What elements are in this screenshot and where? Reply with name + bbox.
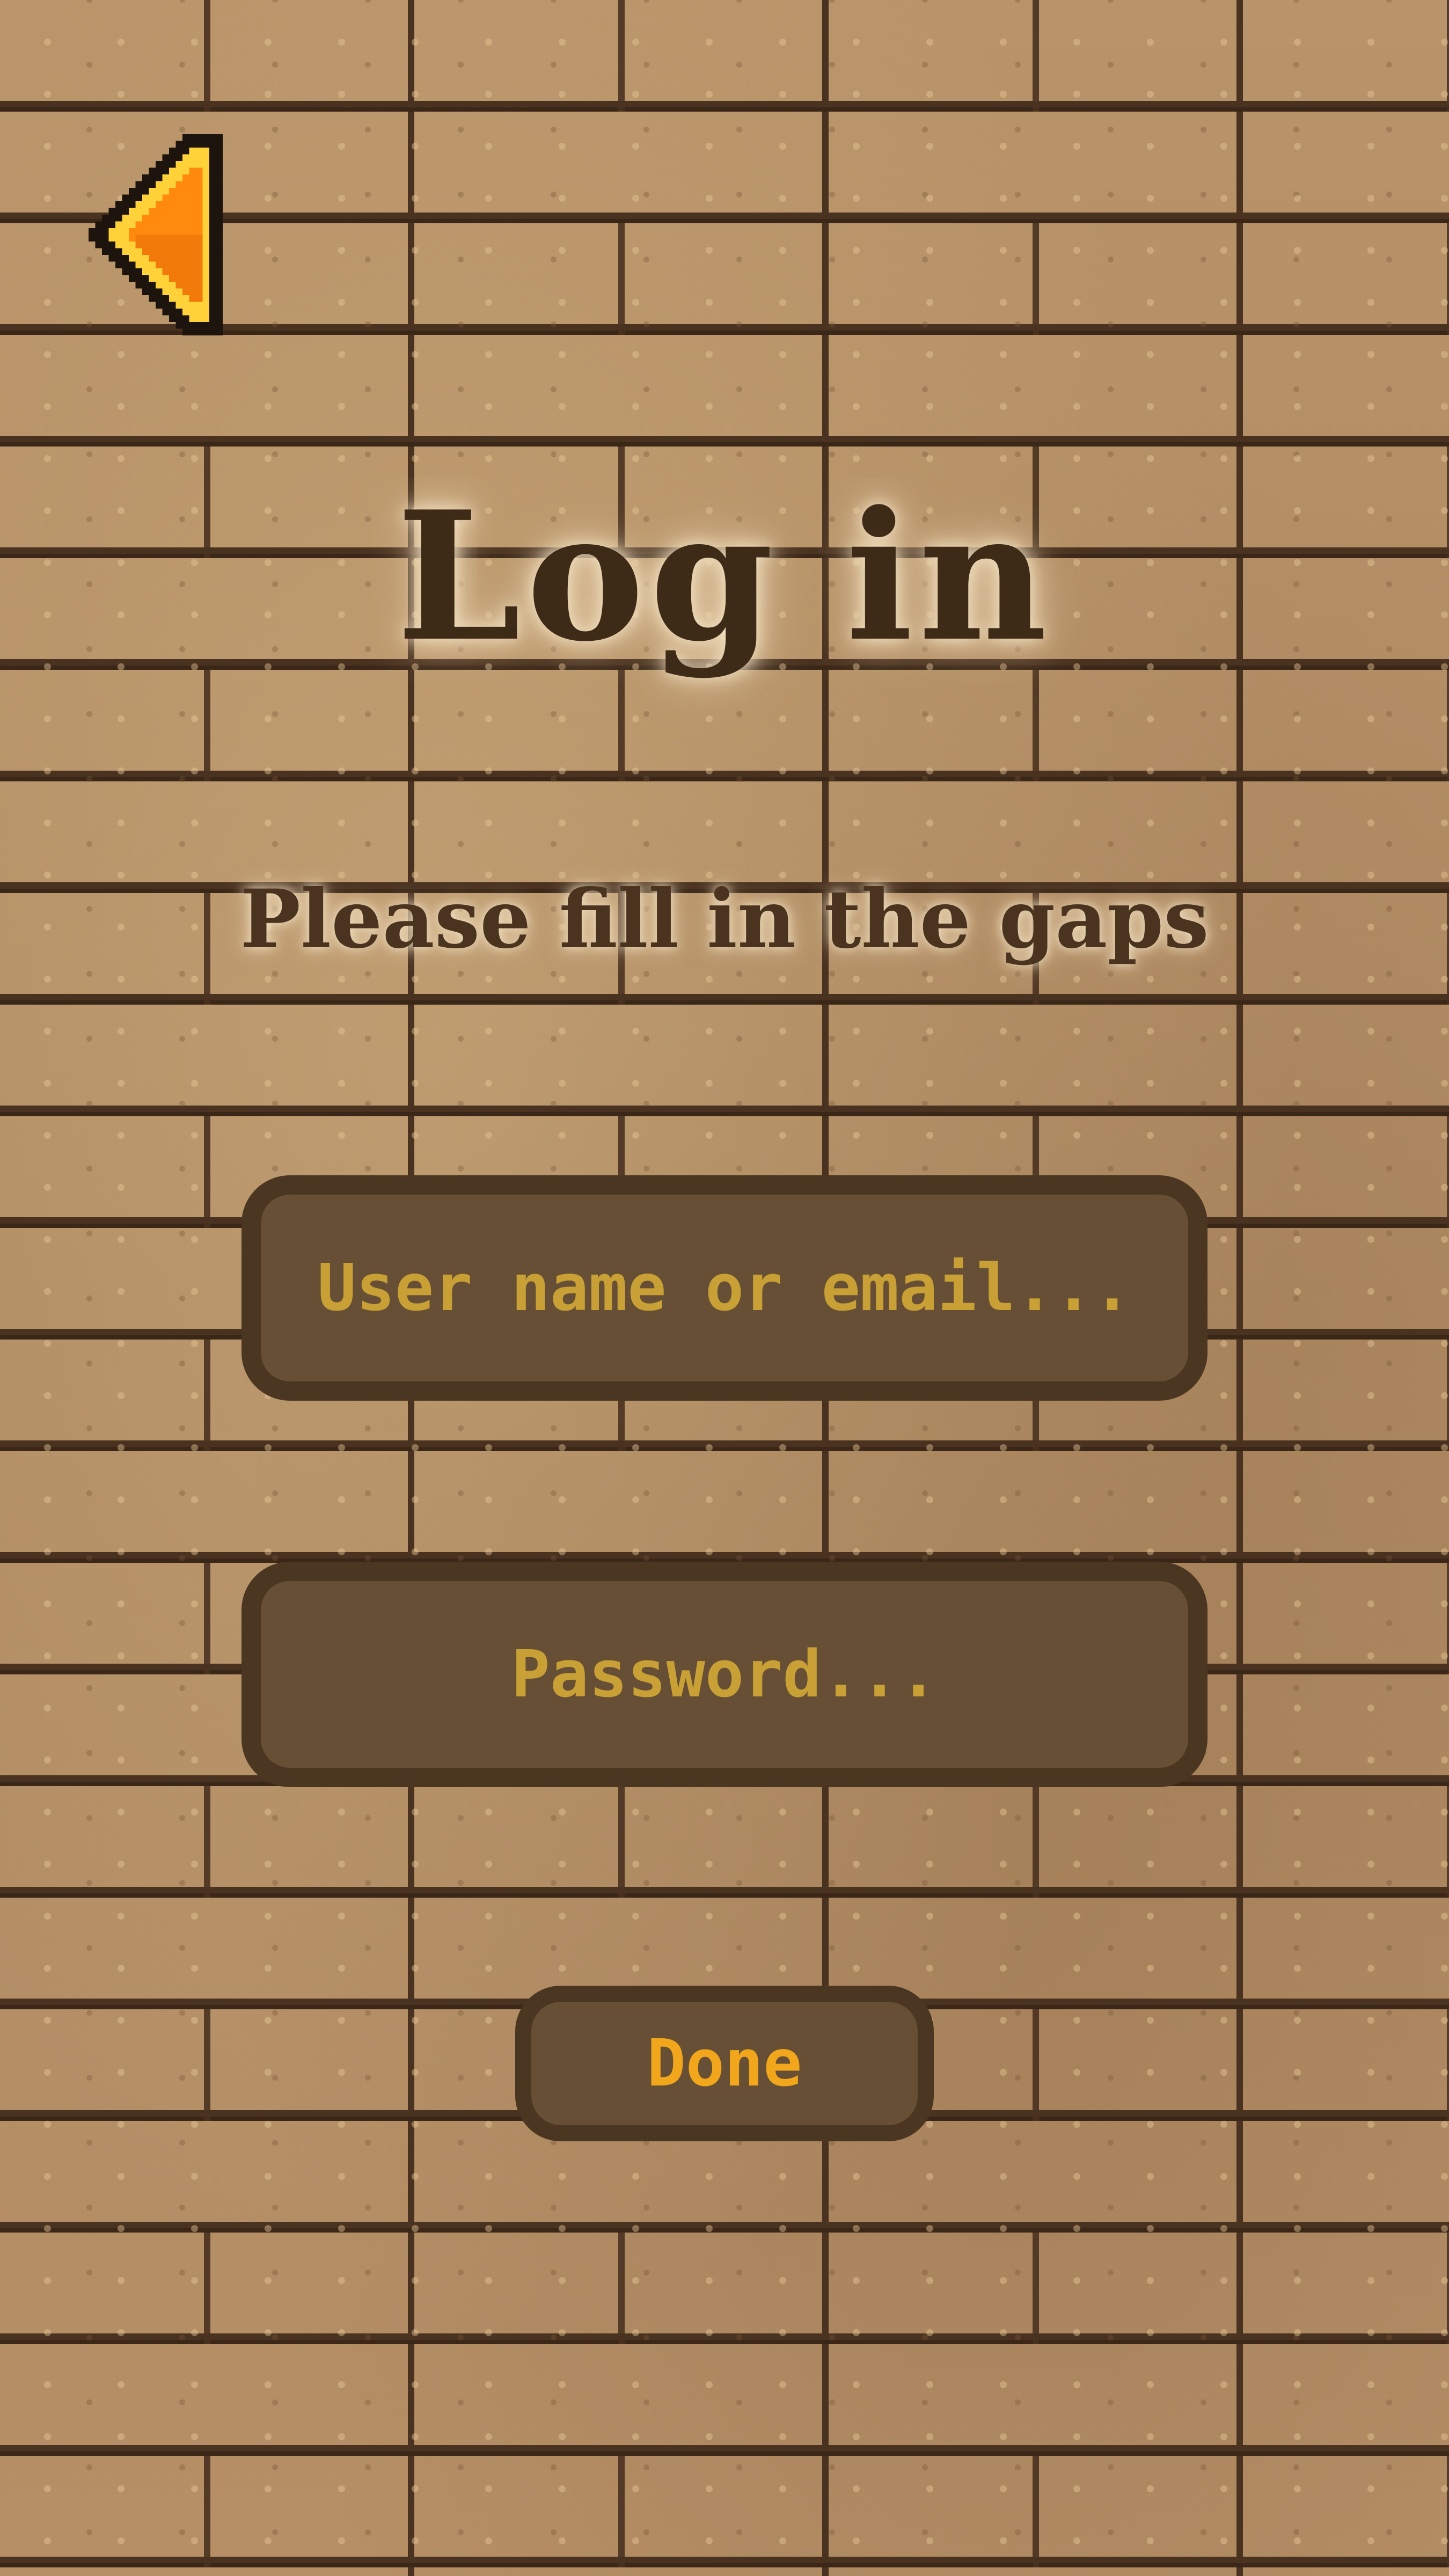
subtitle-container: Please fill in the gaps xyxy=(0,872,1449,967)
done-button-label: Done xyxy=(647,2026,802,2101)
title-container: Log in xyxy=(0,472,1449,680)
back-arrow-icon xyxy=(89,134,223,335)
username-field[interactable] xyxy=(241,1175,1208,1401)
password-input[interactable] xyxy=(261,1581,1188,1768)
username-input[interactable] xyxy=(261,1195,1188,1381)
done-button[interactable]: Done xyxy=(515,1986,934,2141)
back-button[interactable] xyxy=(75,131,223,338)
password-field[interactable] xyxy=(241,1562,1208,1787)
page-title: Log in xyxy=(396,472,1053,680)
page-subtitle: Please fill in the gaps xyxy=(240,872,1209,967)
